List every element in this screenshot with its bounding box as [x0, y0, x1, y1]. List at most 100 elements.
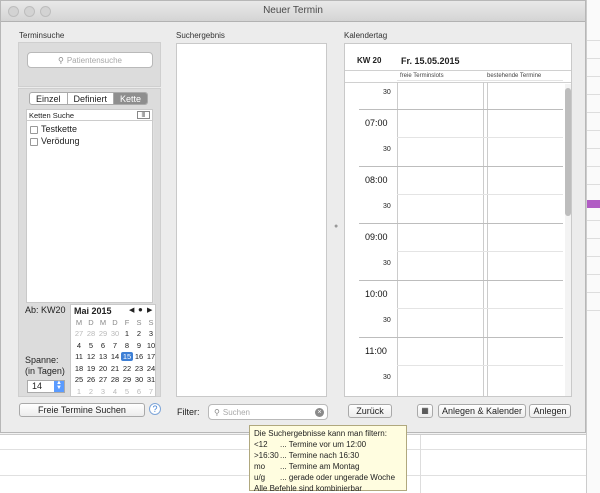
tooltip-title: Die Suchergebnisse kann man filtern:	[254, 429, 387, 438]
calendar-day[interactable]: 6	[133, 387, 145, 396]
calendar-day[interactable]: 10	[145, 341, 157, 350]
new-appointment-window: Neuer Termin Terminsuche ⚲ Patientensuch…	[0, 0, 586, 433]
tab-kette[interactable]: Kette	[114, 93, 148, 104]
calendar-day[interactable]: 19	[85, 364, 97, 373]
half-hour-label: 30	[383, 203, 391, 210]
clear-filter-icon[interactable]: ×	[315, 408, 324, 417]
calendar-day[interactable]: 1	[73, 387, 85, 396]
calendar-day[interactable]: 13	[97, 352, 109, 361]
span-days-input[interactable]: 14 ▲ ▼	[27, 380, 65, 393]
weekday-header: D	[88, 318, 94, 327]
chain-checkbox-veroedung[interactable]	[30, 138, 38, 146]
calendar-next-button[interactable]: ▶	[147, 306, 152, 314]
chain-list-scrollbar[interactable]	[153, 121, 154, 303]
calendar-day[interactable]: 24	[145, 364, 157, 373]
calendar-day[interactable]: 3	[97, 387, 109, 396]
calendar-day[interactable]: 2	[85, 387, 97, 396]
calendar-day[interactable]: 29	[97, 329, 109, 338]
hour-label: 09:00	[365, 231, 388, 242]
filter-search-input[interactable]: ⚲ Suchen ×	[208, 404, 328, 420]
calendar-day[interactable]: 31	[145, 375, 157, 384]
tooltip-footer: Alle Befehle sind kombinierbar	[254, 484, 363, 493]
calendar-day[interactable]: 16	[133, 352, 145, 361]
calendar-day[interactable]: 1	[121, 329, 133, 338]
calendar-day[interactable]: 23	[133, 364, 145, 373]
time-gridline	[397, 80, 563, 81]
span-unit-label: (in Tagen)	[25, 366, 65, 376]
half-hour-label: 30	[383, 374, 391, 381]
calendar-day[interactable]: 25	[73, 375, 85, 384]
calendar-day[interactable]: 2	[133, 329, 145, 338]
calendar-day[interactable]: 6	[97, 341, 109, 350]
calendar-today-button[interactable]: ●	[138, 305, 143, 314]
column-header-existing: bestehende Termine	[487, 73, 542, 79]
calendar-day[interactable]: 30	[133, 375, 145, 384]
calendar-day[interactable]: 21	[109, 364, 121, 373]
tab-einzel[interactable]: Einzel	[30, 93, 68, 104]
calendar-prev-button[interactable]: ◀	[129, 306, 134, 314]
calendar-day[interactable]: 22	[121, 364, 133, 373]
calendar-day[interactable]: 20	[97, 364, 109, 373]
calendar-day[interactable]: 27	[97, 375, 109, 384]
title-bar: Neuer Termin	[1, 1, 585, 22]
weekday-header: M	[75, 318, 83, 327]
time-gridline	[397, 308, 563, 309]
background-app-strip	[586, 0, 600, 493]
back-button[interactable]: Zurück	[348, 404, 392, 418]
weekday-header: F	[124, 318, 130, 327]
calendar-month-label: Mai 2015	[74, 306, 112, 316]
calendar-day[interactable]: 18	[73, 364, 85, 373]
calendar-day[interactable]: 7	[109, 341, 121, 350]
calendar-day[interactable]: 29	[121, 375, 133, 384]
calendar-day[interactable]: 30	[109, 329, 121, 338]
span-stepper[interactable]: ▲ ▼	[54, 380, 64, 392]
calendar-day[interactable]: 8	[121, 341, 133, 350]
calendar-day[interactable]: 7	[145, 387, 157, 396]
chain-label-veroedung: Verödung	[41, 136, 80, 146]
calendar-scrollbar-thumb[interactable]	[565, 88, 571, 216]
calendar-day[interactable]: 17	[145, 352, 157, 361]
hour-label: 11:00	[365, 345, 387, 356]
column-options-icon[interactable]: |||	[137, 111, 150, 119]
split-handle-icon[interactable]: ●	[334, 223, 338, 230]
half-hour-label: 30	[383, 260, 391, 267]
calendar-day[interactable]: 15	[121, 352, 133, 361]
calendar-icon-button[interactable]: ▦	[417, 404, 433, 418]
calendar-day[interactable]: 14	[109, 352, 121, 361]
calendar-day[interactable]: 28	[109, 375, 121, 384]
create-and-calendar-button[interactable]: Anlegen & Kalender	[438, 404, 526, 418]
chain-checkbox-testkette[interactable]	[30, 126, 38, 134]
calendar-day[interactable]: 3	[145, 329, 157, 338]
calendar-scrollbar-track[interactable]	[565, 84, 571, 396]
calendar-day[interactable]: 5	[85, 341, 97, 350]
calendar-day[interactable]: 4	[73, 341, 85, 350]
help-button[interactable]: ?	[149, 403, 161, 415]
chain-list: Ketten Suche ||| Testkette Verödung	[26, 109, 154, 303]
hour-label: 10:00	[365, 288, 388, 299]
calendar-day[interactable]: 4	[109, 387, 121, 396]
calendar-day[interactable]: 5	[121, 387, 133, 396]
chain-label-testkette: Testkette	[41, 124, 78, 134]
calendar-day[interactable]: 28	[85, 329, 97, 338]
tab-definiert[interactable]: Definiert	[68, 93, 115, 104]
calendar-day[interactable]: 9	[133, 341, 145, 350]
tooltip-row: >16:30... Termine nach 16:30	[254, 451, 360, 460]
filter-help-tooltip: Die Suchergebnisse kann man filtern: <12…	[249, 425, 407, 493]
column-header-free-slots: freie Terminslots	[400, 73, 444, 79]
suchergebnis-heading: Suchergebnis	[176, 31, 225, 40]
weekday-header: D	[112, 318, 118, 327]
tooltip-row: u/g... gerade oder ungerade Woche	[254, 473, 396, 482]
mini-calendar: Mai 2015 ◀ ● ▶ M D M D F S S 27 28 29 30 1 2 3 4 5 6 7 8 9 1…	[70, 304, 156, 397]
create-button[interactable]: Anlegen	[529, 404, 571, 418]
calendar-day[interactable]: 12	[85, 352, 97, 361]
time-gridline	[359, 279, 563, 281]
time-gridline	[359, 108, 563, 110]
search-results-list[interactable]	[176, 43, 327, 397]
weekday-header: S	[148, 318, 154, 327]
calendar-day[interactable]: 11	[73, 352, 85, 361]
tooltip-row: mo... Termine am Montag	[254, 462, 360, 471]
patient-search-input[interactable]: ⚲ Patientensuche	[27, 52, 153, 68]
find-free-slots-button[interactable]: Freie Termine Suchen	[19, 403, 145, 417]
calendar-day[interactable]: 26	[85, 375, 97, 384]
calendar-day[interactable]: 27	[73, 329, 85, 338]
